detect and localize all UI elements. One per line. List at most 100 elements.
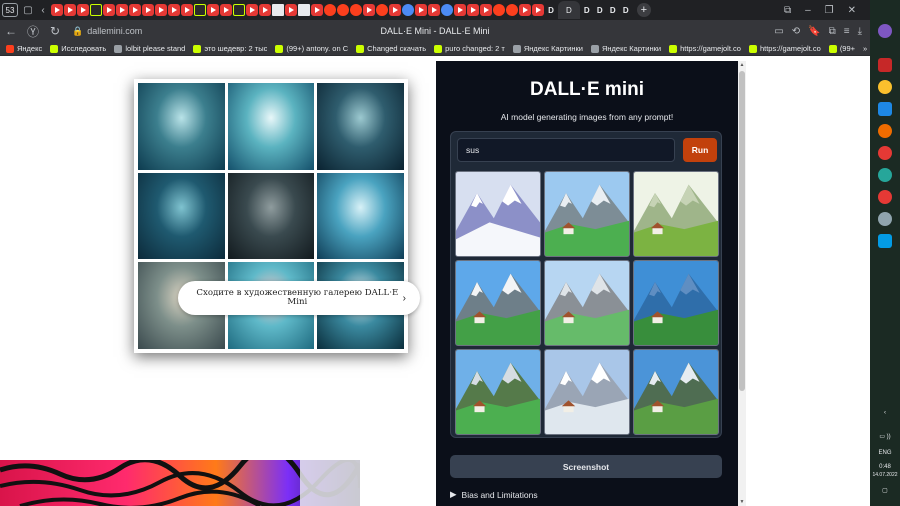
bookmark-item[interactable]: Яндекс [6, 44, 42, 53]
youtube-tab-icon[interactable] [168, 4, 180, 16]
youtube-tab-icon[interactable] [480, 4, 492, 16]
download-icon[interactable]: ⤓ [858, 26, 862, 37]
web-tab-icon[interactable] [441, 4, 453, 16]
app-icon[interactable] [878, 58, 892, 72]
generated-image[interactable] [633, 260, 719, 346]
yandex-tab-icon[interactable] [324, 4, 336, 16]
bookmark-item[interactable]: https://gamejolt.co [748, 44, 821, 53]
gallery-link-button[interactable]: Сходите в художественную галерею DALL·E … [178, 281, 420, 315]
generated-image[interactable] [544, 260, 630, 346]
generated-image[interactable] [633, 171, 719, 257]
scroll-down-icon[interactable]: ▼ [739, 499, 745, 505]
address-bar[interactable]: 🔒 dallemini.com [72, 26, 142, 37]
language-indicator[interactable]: ENG [870, 450, 900, 457]
bookmark-item[interactable]: (99+ [828, 44, 855, 53]
youtube-tab-icon[interactable] [181, 4, 193, 16]
store-icon[interactable] [878, 102, 892, 116]
close-icon[interactable]: ✕ [848, 5, 856, 16]
chevron-left-icon[interactable]: ‹ [36, 3, 50, 17]
youtube-tab-icon[interactable] [220, 4, 232, 16]
youtube-tab-icon[interactable] [467, 4, 479, 16]
collections-icon[interactable]: ⧉ [784, 5, 791, 16]
prompt-input[interactable]: sus [457, 138, 675, 162]
bookmark-item[interactable]: (99+) antony. on C [275, 44, 348, 53]
chrome-icon[interactable] [878, 80, 892, 94]
bookmark-item[interactable]: puro changed: 2 т [434, 44, 505, 53]
bookmark-item[interactable]: https://gamejolt.co [669, 44, 741, 53]
screenshot-button[interactable]: Screenshot [450, 455, 722, 478]
firefox-icon[interactable] [878, 124, 892, 138]
yandex-tab-icon[interactable] [493, 4, 505, 16]
youtube-tab-icon[interactable] [259, 4, 271, 16]
yandex-tab-icon[interactable] [350, 4, 362, 16]
menu-icon[interactable]: ≡ [844, 26, 850, 37]
youtube-tab-icon[interactable] [51, 4, 63, 16]
bookmark-icon[interactable]: 🔖 [808, 26, 820, 37]
youtube-tab-icon[interactable] [415, 4, 427, 16]
dalle-tab-icon[interactable]: D [581, 4, 593, 16]
web-tab-icon[interactable] [402, 4, 414, 16]
document-tab-icon[interactable] [298, 4, 310, 16]
clock-date[interactable]: 14.07.2022 [870, 472, 900, 479]
photos-icon[interactable] [878, 234, 892, 248]
youtube-tab-icon[interactable] [363, 4, 375, 16]
youtube-tab-icon[interactable] [103, 4, 115, 16]
notifications-icon[interactable]: ▢ [870, 488, 900, 495]
youtube-tab-icon[interactable] [246, 4, 258, 16]
reload-icon[interactable]: ↻ [44, 20, 66, 42]
network-icon[interactable]: ▭ )) [870, 434, 900, 441]
youtube-tab-icon[interactable] [454, 4, 466, 16]
dalle-tab-icon[interactable]: D [545, 4, 557, 16]
yandex-tab-icon[interactable] [376, 4, 388, 16]
back-icon[interactable]: ← [0, 20, 22, 42]
generated-image[interactable] [455, 260, 541, 346]
active-tab[interactable]: D [558, 1, 580, 19]
youtube-tab-icon[interactable] [532, 4, 544, 16]
generated-image[interactable] [544, 349, 630, 435]
tab-counter[interactable]: 53 [2, 3, 18, 17]
generated-image[interactable] [544, 171, 630, 257]
generated-image[interactable] [455, 349, 541, 435]
youtube-tab-icon[interactable] [155, 4, 167, 16]
youtube-tab-icon[interactable] [64, 4, 76, 16]
steam-icon[interactable] [878, 212, 892, 226]
gamejolt-tab-icon[interactable] [90, 4, 102, 16]
yandex-tab-icon[interactable] [506, 4, 518, 16]
minimize-icon[interactable]: – [805, 5, 811, 16]
yandex-account-icon[interactable]: Ⓨ [22, 20, 44, 42]
clock-time[interactable]: 0:48 [870, 464, 900, 471]
yandex-tab-icon[interactable] [337, 4, 349, 16]
youtube-tab-icon[interactable] [116, 4, 128, 16]
bookmarks-overflow-icon[interactable]: » [863, 44, 867, 53]
youtube-tab-icon[interactable] [285, 4, 297, 16]
start-icon[interactable] [878, 24, 892, 38]
scroll-up-icon[interactable]: ▲ [739, 62, 745, 68]
yandex-browser-icon[interactable] [878, 146, 892, 160]
bookmark-item[interactable]: lolbit please stand [114, 44, 185, 53]
generated-image[interactable] [455, 171, 541, 257]
tray-chevron-icon[interactable]: ‹ [870, 410, 900, 417]
gamejolt-tab-icon[interactable] [194, 4, 206, 16]
scroll-thumb[interactable] [739, 71, 745, 391]
extensions-icon[interactable]: ⧉ [829, 26, 836, 37]
youtube-tab-icon[interactable] [428, 4, 440, 16]
opera-icon[interactable] [878, 190, 892, 204]
youtube-tab-icon[interactable] [519, 4, 531, 16]
youtube-tab-icon[interactable] [142, 4, 154, 16]
translate-icon[interactable]: ⟲ [792, 26, 800, 37]
page-scrollbar[interactable]: ▲ ▼ [738, 61, 746, 506]
youtube-tab-icon[interactable] [311, 4, 323, 16]
cast-icon[interactable]: ▭ [774, 26, 783, 37]
bookmark-item[interactable]: Яндекс Картинки [512, 44, 583, 53]
gamejolt-tab-icon[interactable] [233, 4, 245, 16]
youtube-tab-icon[interactable] [129, 4, 141, 16]
bookmark-item[interactable]: Исследовать [50, 44, 106, 53]
generated-image[interactable] [633, 349, 719, 435]
dalle-tab-icon[interactable]: D [594, 4, 606, 16]
youtube-tab-icon[interactable] [207, 4, 219, 16]
youtube-tab-icon[interactable] [389, 4, 401, 16]
bookmark-item[interactable]: это шедевр: 2 тыс [193, 44, 267, 53]
document-tab-icon[interactable] [272, 4, 284, 16]
run-button[interactable]: Run [683, 138, 717, 162]
dalle-tab-icon[interactable]: D [620, 4, 632, 16]
